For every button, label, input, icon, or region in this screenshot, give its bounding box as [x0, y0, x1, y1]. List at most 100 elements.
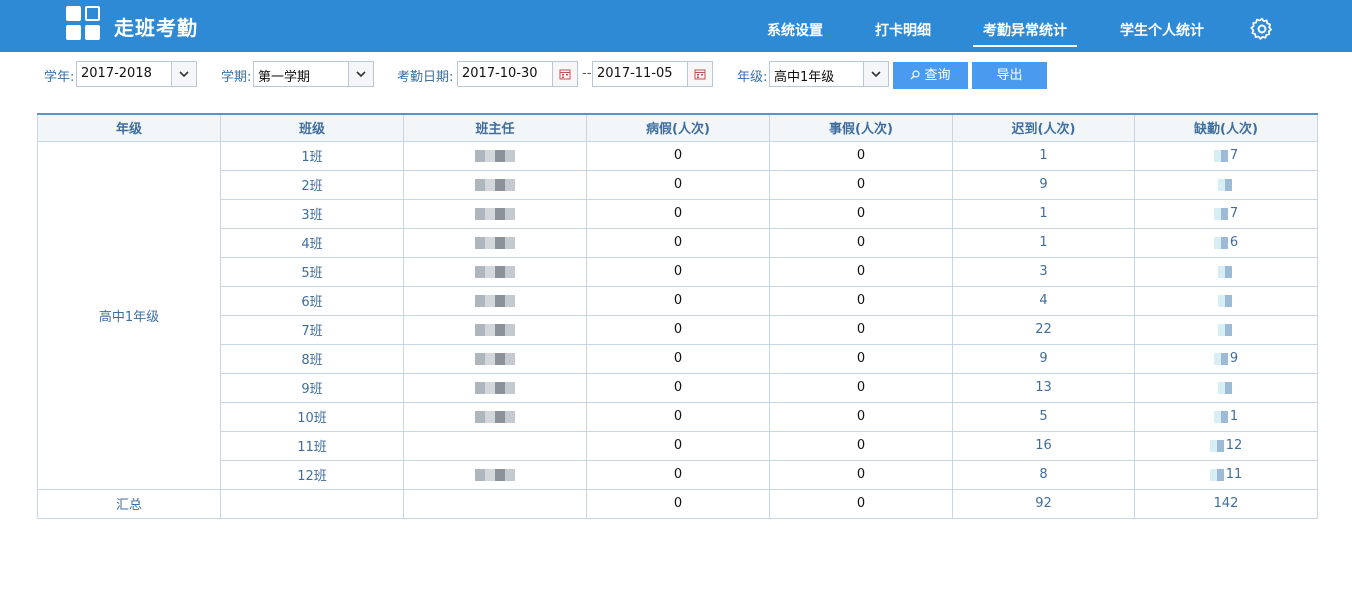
total-label-cell: 汇总	[37, 488, 221, 519]
query-button-label: 查询	[924, 68, 951, 83]
redacted-value	[1218, 294, 1232, 307]
nav-punch-details[interactable]: 打卡明细	[875, 20, 931, 40]
redacted-name	[475, 381, 515, 394]
grade-label: 年级:	[737, 70, 768, 85]
late-cell[interactable]: 1	[952, 227, 1135, 258]
header-absent: 缺勤(人次)	[1134, 113, 1318, 142]
personal-cell: 0	[769, 401, 953, 432]
year-label: 学年:	[44, 70, 75, 85]
class-cell[interactable]: 9班	[220, 372, 404, 403]
personal-cell: 0	[769, 227, 953, 258]
redacted-value	[1213, 352, 1228, 365]
late-cell[interactable]: 5	[952, 401, 1135, 432]
chevron-down-icon[interactable]	[863, 62, 888, 86]
nav-system-settings[interactable]: 系统设置	[767, 20, 823, 40]
absent-cell[interactable]	[1134, 169, 1318, 200]
grade-select[interactable]: 高中1年级	[769, 61, 889, 87]
late-cell[interactable]: 9	[952, 343, 1135, 374]
absent-cell[interactable]: 12	[1134, 430, 1318, 461]
absent-cell[interactable]	[1134, 285, 1318, 316]
calendar-icon[interactable]	[687, 62, 712, 86]
personal-cell: 0	[769, 256, 953, 287]
sick-cell: 0	[586, 227, 770, 258]
redacted-name	[475, 207, 515, 220]
teacher-cell	[403, 372, 587, 403]
absent-value: 9	[1229, 351, 1239, 366]
total-personal-cell: 0	[769, 488, 953, 519]
class-cell[interactable]: 11班	[220, 430, 404, 461]
absent-cell[interactable]: 9	[1134, 343, 1318, 374]
absent-value: 1	[1229, 409, 1239, 424]
absent-cell[interactable]: 6	[1134, 227, 1318, 258]
class-cell[interactable]: 7班	[220, 314, 404, 345]
class-cell[interactable]: 8班	[220, 343, 404, 374]
query-button[interactable]: 查询	[893, 62, 968, 89]
sick-cell: 0	[586, 285, 770, 316]
late-cell[interactable]: 9	[952, 169, 1135, 200]
redacted-name	[475, 178, 515, 191]
nav-attendance-exceptions[interactable]: 考勤异常统计	[973, 20, 1077, 47]
late-cell[interactable]: 8	[952, 459, 1135, 490]
class-cell[interactable]: 4班	[220, 227, 404, 258]
total-late-cell[interactable]: 92	[952, 488, 1135, 519]
search-icon	[910, 70, 921, 80]
absent-cell[interactable]: 7	[1134, 140, 1318, 171]
nav-student-stats[interactable]: 学生个人统计	[1120, 20, 1204, 40]
term-select-value: 第一学期	[258, 70, 311, 85]
date-start-input[interactable]: 2017-10-30	[457, 61, 578, 87]
personal-cell: 0	[769, 430, 953, 461]
top-bar: 走班考勤 系统设置 打卡明细 考勤异常统计 学生个人统计	[0, 0, 1352, 52]
absent-cell[interactable]: 1	[1134, 401, 1318, 432]
chevron-down-icon[interactable]	[348, 62, 373, 86]
export-button[interactable]: 导出	[972, 62, 1047, 89]
calendar-icon[interactable]	[552, 62, 577, 86]
class-cell[interactable]: 5班	[220, 256, 404, 287]
absent-cell[interactable]: 11	[1134, 459, 1318, 490]
late-cell[interactable]: 16	[952, 430, 1135, 461]
redacted-name	[475, 323, 515, 336]
late-cell[interactable]: 4	[952, 285, 1135, 316]
header-late: 迟到(人次)	[952, 113, 1135, 142]
total-absent-cell[interactable]: 142	[1134, 488, 1318, 519]
class-cell[interactable]: 2班	[220, 169, 404, 200]
redacted-value	[1213, 236, 1228, 249]
class-cell[interactable]: 1班	[220, 140, 404, 171]
redacted-value	[1218, 381, 1232, 394]
teacher-cell	[403, 430, 587, 461]
table-row: 10班 0 0 5 1	[38, 401, 1318, 432]
redacted-value	[1209, 468, 1224, 481]
chevron-down-icon[interactable]	[171, 62, 196, 86]
late-cell[interactable]: 22	[952, 314, 1135, 345]
redacted-value	[1218, 323, 1232, 336]
table-row: 12班 0 0 8 11	[38, 459, 1318, 490]
table-row: 5班 0 0 3	[38, 256, 1318, 287]
class-cell[interactable]: 10班	[220, 401, 404, 432]
late-cell[interactable]: 3	[952, 256, 1135, 287]
absent-value: 11	[1225, 467, 1243, 482]
export-button-label: 导出	[996, 68, 1023, 83]
teacher-cell	[403, 169, 587, 200]
date-end-input[interactable]: 2017-11-05	[592, 61, 713, 87]
settings-gear-icon[interactable]	[1249, 16, 1275, 42]
absent-cell[interactable]	[1134, 314, 1318, 345]
term-select[interactable]: 第一学期	[253, 61, 374, 87]
personal-cell: 0	[769, 372, 953, 403]
date-separator: --	[582, 66, 592, 81]
year-select[interactable]: 2017-2018	[76, 61, 197, 87]
late-cell[interactable]: 1	[952, 140, 1135, 171]
absent-cell[interactable]: 7	[1134, 198, 1318, 229]
late-cell[interactable]: 1	[952, 198, 1135, 229]
class-cell[interactable]: 12班	[220, 459, 404, 490]
table-row: 9班 0 0 13	[38, 372, 1318, 403]
absent-cell[interactable]	[1134, 372, 1318, 403]
late-cell[interactable]: 13	[952, 372, 1135, 403]
sick-cell: 0	[586, 314, 770, 345]
grade-select-value: 高中1年级	[774, 70, 835, 85]
absent-value: 6	[1229, 235, 1239, 250]
absent-cell[interactable]	[1134, 256, 1318, 287]
personal-cell: 0	[769, 198, 953, 229]
redacted-value	[1218, 178, 1232, 191]
class-cell[interactable]: 3班	[220, 198, 404, 229]
class-cell[interactable]: 6班	[220, 285, 404, 316]
teacher-cell	[403, 314, 587, 345]
